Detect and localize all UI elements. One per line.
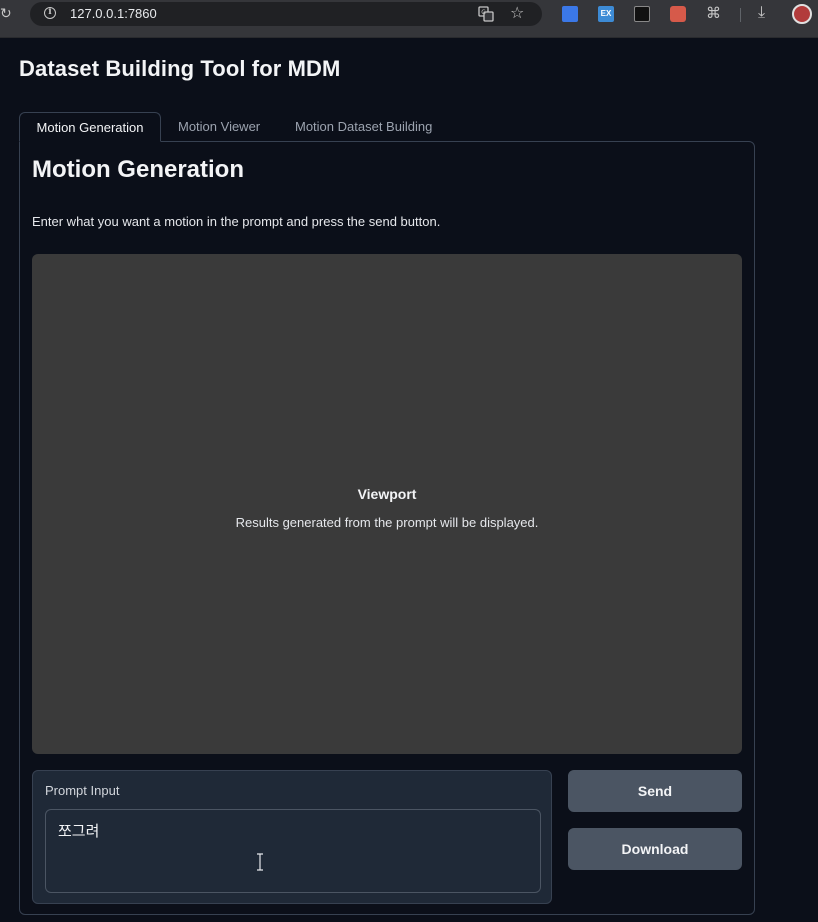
tab-bar: Motion Generation Motion Viewer Motion D… [19,112,755,142]
viewport[interactable]: Viewport Results generated from the prom… [32,254,742,754]
download-icon[interactable]: ⤓ [758,3,765,21]
viewport-subtitle: Results generated from the prompt will b… [235,515,539,530]
toolbar-divider [740,8,741,22]
cards-extension-icon[interactable] [670,6,686,22]
send-button[interactable]: Send [568,770,742,812]
url-text[interactable]: 127.0.0.1:7860 [70,6,157,21]
star-icon[interactable]: ☆ [510,4,524,22]
svg-text:G: G [481,9,486,16]
browser-toolbar: ↻ i 127.0.0.1:7860 G ☆ EX ⌘ ⤓ [0,0,818,38]
tab-motion-dataset-building[interactable]: Motion Dataset Building [295,112,432,142]
tab-panel: Motion Generation Enter what you want a … [19,141,755,915]
tab-motion-viewer[interactable]: Motion Viewer [178,112,260,142]
ex-extension-icon[interactable]: EX [598,6,614,22]
page-title: Dataset Building Tool for MDM [19,56,341,81]
translate-icon[interactable]: G [478,6,494,22]
prompt-input[interactable] [45,809,541,893]
prompt-label: Prompt Input [45,783,120,798]
viewport-title: Viewport [357,486,417,502]
text-cursor-icon [257,853,263,871]
google-translate-extension-icon[interactable] [562,6,578,22]
reload-icon[interactable]: ↻ [0,7,14,21]
section-heading: Motion Generation [32,156,244,183]
prompt-block: Prompt Input [32,770,552,904]
tab-motion-generation[interactable]: Motion Generation [19,112,161,142]
grid-extension-icon[interactable] [634,6,650,22]
avatar[interactable] [792,4,812,24]
section-description: Enter what you want a motion in the prom… [32,214,441,229]
address-bar[interactable]: i 127.0.0.1:7860 G ☆ [30,2,542,26]
download-button[interactable]: Download [568,828,742,870]
puzzle-icon[interactable]: ⌘ [706,4,721,22]
info-icon[interactable]: i [44,7,56,19]
